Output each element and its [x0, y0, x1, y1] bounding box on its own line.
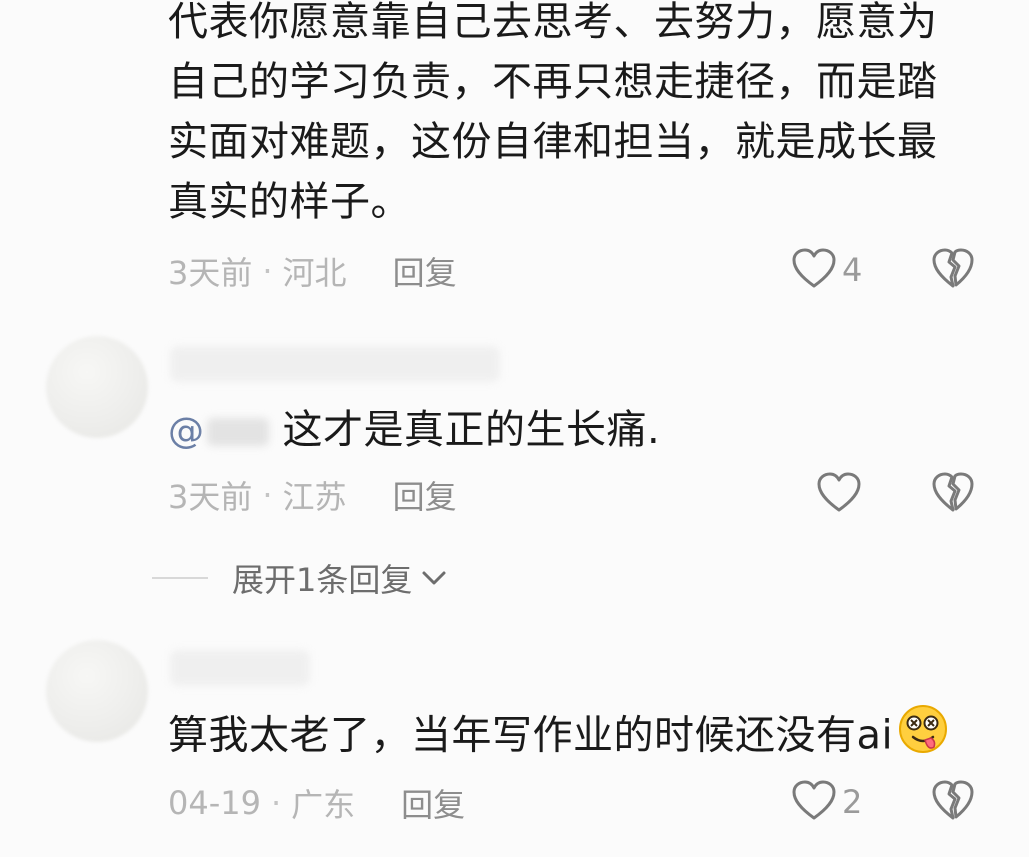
comment-3-reply-button[interactable]: 回复	[401, 780, 465, 826]
comment-1-line-2: 自己的学习负责，不再只想走捷径，而是踏	[168, 59, 938, 105]
comment-2-meta: 3天前 · 江苏 回复	[168, 472, 457, 518]
comment-3-location: 广东	[291, 786, 356, 824]
broken-heart-icon	[930, 780, 976, 826]
avatar[interactable]	[46, 640, 148, 742]
comment-1-text: 代表你愿意靠自己去思考、去努力，愿意为 自己的学习负责，不再只想走捷径，而是踏 …	[168, 0, 938, 232]
broken-heart-icon	[930, 472, 976, 518]
comment-3-dislike-button[interactable]	[930, 778, 976, 826]
comment-2-reply-button[interactable]: 回复	[393, 472, 457, 518]
comment-2-location: 江苏	[282, 478, 347, 516]
comment-3-meta: 04-19 · 广东 回复	[168, 780, 465, 826]
comment-1-location: 河北	[282, 254, 347, 292]
comment-2-body: 这才是真正的生长痛.	[282, 407, 661, 453]
comment-1-line-4: 真实的样子。	[168, 179, 411, 225]
heart-outline-icon	[790, 778, 838, 826]
comment-3-text: 算我太老了，当年写作业的时候还没有ai	[168, 703, 951, 772]
comment-thread: 代表你愿意靠自己去思考、去努力，愿意为 自己的学习负责，不再只想走捷径，而是踏 …	[0, 0, 1029, 857]
chevron-down-icon	[420, 568, 448, 588]
comment-1-time: 3天前	[168, 254, 253, 292]
comment-1-line-1: 代表你愿意靠自己去思考、去努力，愿意为	[168, 0, 938, 45]
comment-1-dislike-button[interactable]	[930, 246, 976, 294]
heart-outline-icon	[790, 246, 838, 294]
meta-separator: ·	[262, 476, 273, 514]
username-redacted[interactable]	[170, 346, 500, 382]
expand-divider	[152, 577, 208, 579]
comment-1-like-count: 4	[842, 251, 863, 289]
comment-2-text: @ 这才是真正的生长痛.	[168, 400, 660, 462]
mention-redacted[interactable]	[206, 418, 269, 446]
expand-replies-label: 展开1条回复	[232, 561, 413, 599]
expand-replies-button[interactable]: 展开1条回复	[152, 555, 448, 601]
broken-heart-icon	[930, 248, 976, 294]
username-redacted[interactable]	[170, 650, 310, 686]
avatar[interactable]	[46, 336, 148, 438]
comment-1-reply-button[interactable]: 回复	[393, 248, 457, 294]
comment-3-time: 04-19	[168, 784, 261, 822]
meta-separator: ·	[270, 784, 282, 822]
comment-2-dislike-button[interactable]	[930, 470, 976, 518]
comment-1-meta: 3天前 · 河北 回复	[168, 248, 457, 294]
comment-3-like-count: 2	[842, 783, 863, 821]
heart-outline-icon	[815, 470, 863, 518]
comment-3-body: 算我太老了，当年写作业的时候还没有ai	[168, 712, 894, 759]
comment-1-like-button[interactable]: 4	[790, 246, 862, 294]
comment-2-like-button[interactable]	[815, 470, 867, 518]
comment-2-time: 3天前	[168, 478, 253, 516]
mention-symbol[interactable]: @	[168, 411, 205, 452]
comment-1-line-3: 实面对难题，这份自律和担当，就是成长最	[168, 119, 938, 165]
drooling-dizzy-face-emoji	[895, 703, 951, 772]
comment-3-like-button[interactable]: 2	[790, 778, 862, 826]
meta-separator: ·	[262, 252, 273, 290]
